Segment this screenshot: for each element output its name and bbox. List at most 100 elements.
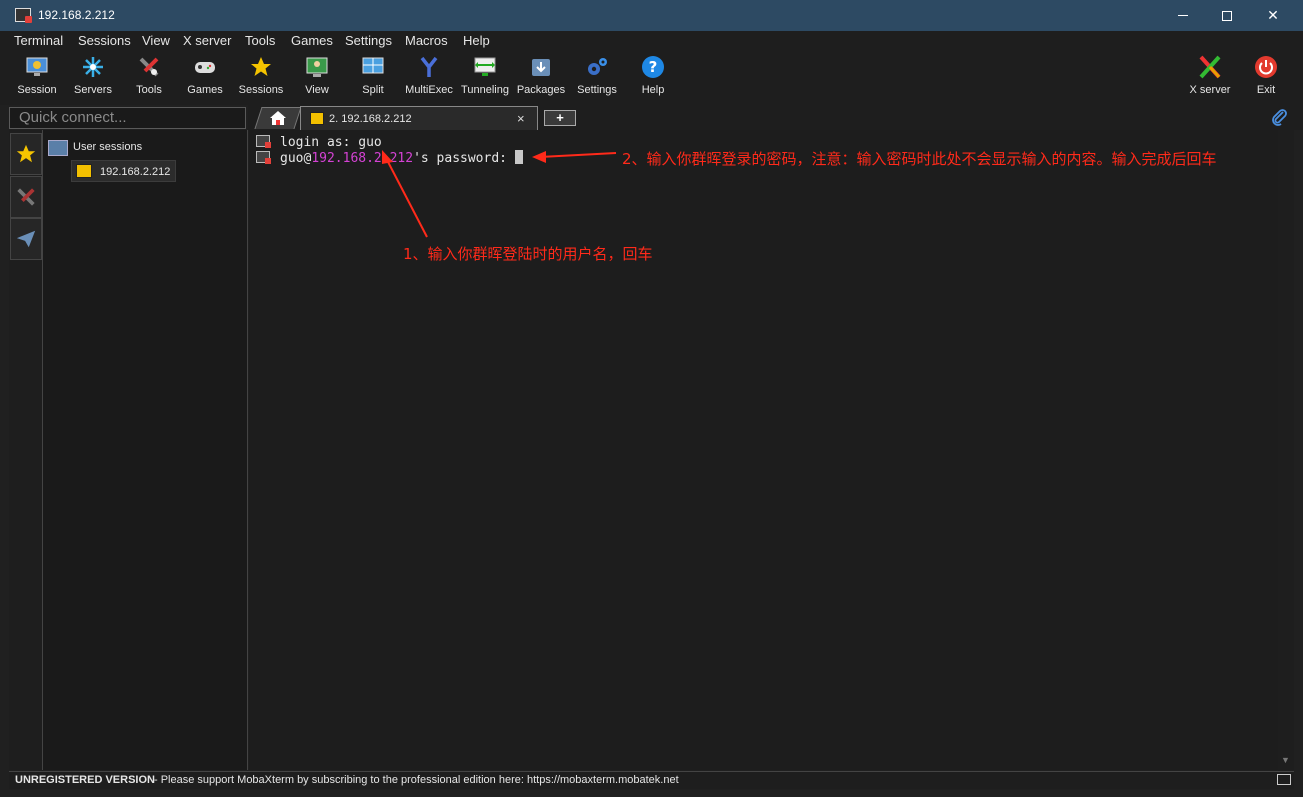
terminal-cursor: [514, 150, 523, 164]
session-button[interactable]: Session: [7, 51, 67, 103]
password-user: guo@: [280, 151, 312, 166]
sessions-button[interactable]: Sessions: [231, 51, 291, 103]
annotation-step2: 2、输入你群晖登录的密码，注意：输入密码时此处不会显示输入的内容。输入完成后回车: [622, 150, 1217, 168]
tools-icon: [17, 188, 35, 206]
key-icon: [310, 112, 324, 125]
paperclip-icon[interactable]: [1270, 108, 1288, 126]
sessions-tree: User sessions 192.168.2.212: [43, 130, 248, 770]
settings-button[interactable]: Settings: [567, 51, 627, 103]
sidebar-tabs: [9, 130, 43, 770]
title-bar: 192.168.2.212 ✕: [0, 0, 1303, 31]
svg-text:?: ?: [649, 58, 658, 76]
multiexec-icon: [420, 56, 438, 77]
home-icon: [270, 111, 286, 125]
menu-view[interactable]: View: [142, 33, 170, 48]
view-button[interactable]: View: [287, 51, 347, 103]
app-icon: [15, 8, 32, 23]
sessions-label: Sessions: [238, 84, 284, 96]
menu-tools[interactable]: Tools: [245, 33, 275, 48]
split-icon: [362, 57, 384, 74]
window-title: 192.168.2.212: [38, 8, 115, 22]
scroll-down-icon[interactable]: ▼: [1281, 755, 1290, 765]
tunneling-label: Tunneling: [461, 84, 509, 96]
games-icon: [195, 62, 215, 73]
session-item[interactable]: 192.168.2.212: [71, 160, 176, 182]
session-label: Session: [17, 84, 57, 96]
putty-icon: [256, 151, 271, 164]
status-message: - Please support MobaXterm by subscribin…: [154, 774, 524, 786]
tab-session-active[interactable]: 2. 192.168.2.212 ×: [300, 106, 538, 130]
session-icon: [26, 57, 48, 76]
help-icon: ?: [642, 56, 664, 78]
exit-label: Exit: [1256, 84, 1276, 96]
user-sessions-label[interactable]: User sessions: [73, 141, 142, 153]
menu-sessions[interactable]: Sessions: [78, 33, 131, 48]
terminal-scrollbar[interactable]: [1278, 130, 1294, 770]
x-server-label: X server: [1189, 84, 1231, 96]
tab-strip: 2. 192.168.2.212 × +: [248, 105, 1303, 130]
split-label: Split: [362, 84, 384, 96]
annotation-step1: 1、输入你群晖登陆时的用户名，回车: [403, 245, 653, 263]
terminal-line-login: login as: guo: [256, 135, 382, 151]
tools-button[interactable]: Tools: [119, 51, 179, 103]
menu-terminal[interactable]: Terminal: [14, 33, 63, 48]
menu-x-server[interactable]: X server: [183, 33, 231, 48]
mobaxterm-window: 192.168.2.212 ✕ Terminal Sessions View X…: [0, 0, 1303, 797]
menu-games[interactable]: Games: [291, 33, 333, 48]
servers-button[interactable]: Servers: [63, 51, 123, 103]
exit-icon: [1255, 56, 1277, 78]
sessions-star-icon: [251, 57, 271, 76]
settings-label: Settings: [577, 84, 617, 96]
view-icon: [306, 57, 328, 77]
exit-button[interactable]: Exit: [1236, 51, 1296, 103]
close-icon: ✕: [1267, 7, 1279, 23]
login-user: guo: [358, 135, 382, 150]
session-item-label: 192.168.2.212: [100, 166, 171, 178]
games-button[interactable]: Games: [175, 51, 235, 103]
split-button[interactable]: Split: [343, 51, 403, 103]
tab-session-label: 2. 192.168.2.212: [329, 113, 412, 125]
sidebar-tab-tools[interactable]: [10, 176, 42, 218]
tools-label: Tools: [136, 84, 162, 96]
user-sessions-icon: [48, 140, 68, 156]
maximize-icon: [1222, 10, 1232, 21]
multiexec-button[interactable]: MultiExec: [399, 51, 459, 103]
password-host: 192.168.2.212: [311, 151, 414, 166]
login-prompt: login as:: [280, 135, 359, 150]
multiexec-label: MultiExec: [405, 84, 453, 96]
menu-settings[interactable]: Settings: [345, 33, 392, 48]
unregistered-label: UNREGISTERED VERSION: [15, 774, 155, 786]
tab-close-icon[interactable]: ×: [517, 111, 525, 126]
tools-icon: [139, 57, 159, 77]
minimize-button[interactable]: [1160, 0, 1206, 31]
mobaxterm-link[interactable]: https://mobaxterm.mobatek.net: [527, 774, 679, 786]
servers-icon: [83, 57, 103, 77]
settings-icon: [588, 58, 607, 75]
menu-macros[interactable]: Macros: [405, 33, 448, 48]
quick-connect-input[interactable]: Quick connect...: [9, 107, 246, 129]
menu-help[interactable]: Help: [463, 33, 490, 48]
close-window-button[interactable]: ✕: [1250, 0, 1296, 31]
packages-label: Packages: [516, 84, 566, 96]
new-tab-button[interactable]: +: [544, 110, 576, 126]
monitor-icon[interactable]: [1277, 774, 1291, 785]
tunneling-icon: [474, 57, 496, 76]
x-server-button[interactable]: X server: [1180, 51, 1240, 103]
status-bar: UNREGISTERED VERSION - Please support Mo…: [9, 771, 1294, 789]
tunneling-button[interactable]: Tunneling: [455, 51, 515, 103]
minimize-icon: [1178, 15, 1188, 16]
send-icon: [16, 230, 36, 248]
help-button[interactable]: ? Help: [623, 51, 683, 103]
packages-icon: [532, 59, 550, 76]
servers-label: Servers: [74, 84, 112, 96]
sidebar-tab-sessions[interactable]: [10, 133, 42, 175]
help-label: Help: [641, 84, 665, 96]
terminal-area[interactable]: login as: guo guo@192.168.2.212's passwo…: [249, 130, 1278, 770]
games-label: Games: [187, 84, 223, 96]
packages-button[interactable]: Packages: [511, 51, 571, 103]
sidebar-tab-sftp[interactable]: [10, 218, 42, 260]
maximize-button[interactable]: [1204, 0, 1250, 31]
view-label: View: [305, 84, 329, 96]
key-icon: [76, 164, 92, 178]
star-icon: [16, 144, 36, 163]
